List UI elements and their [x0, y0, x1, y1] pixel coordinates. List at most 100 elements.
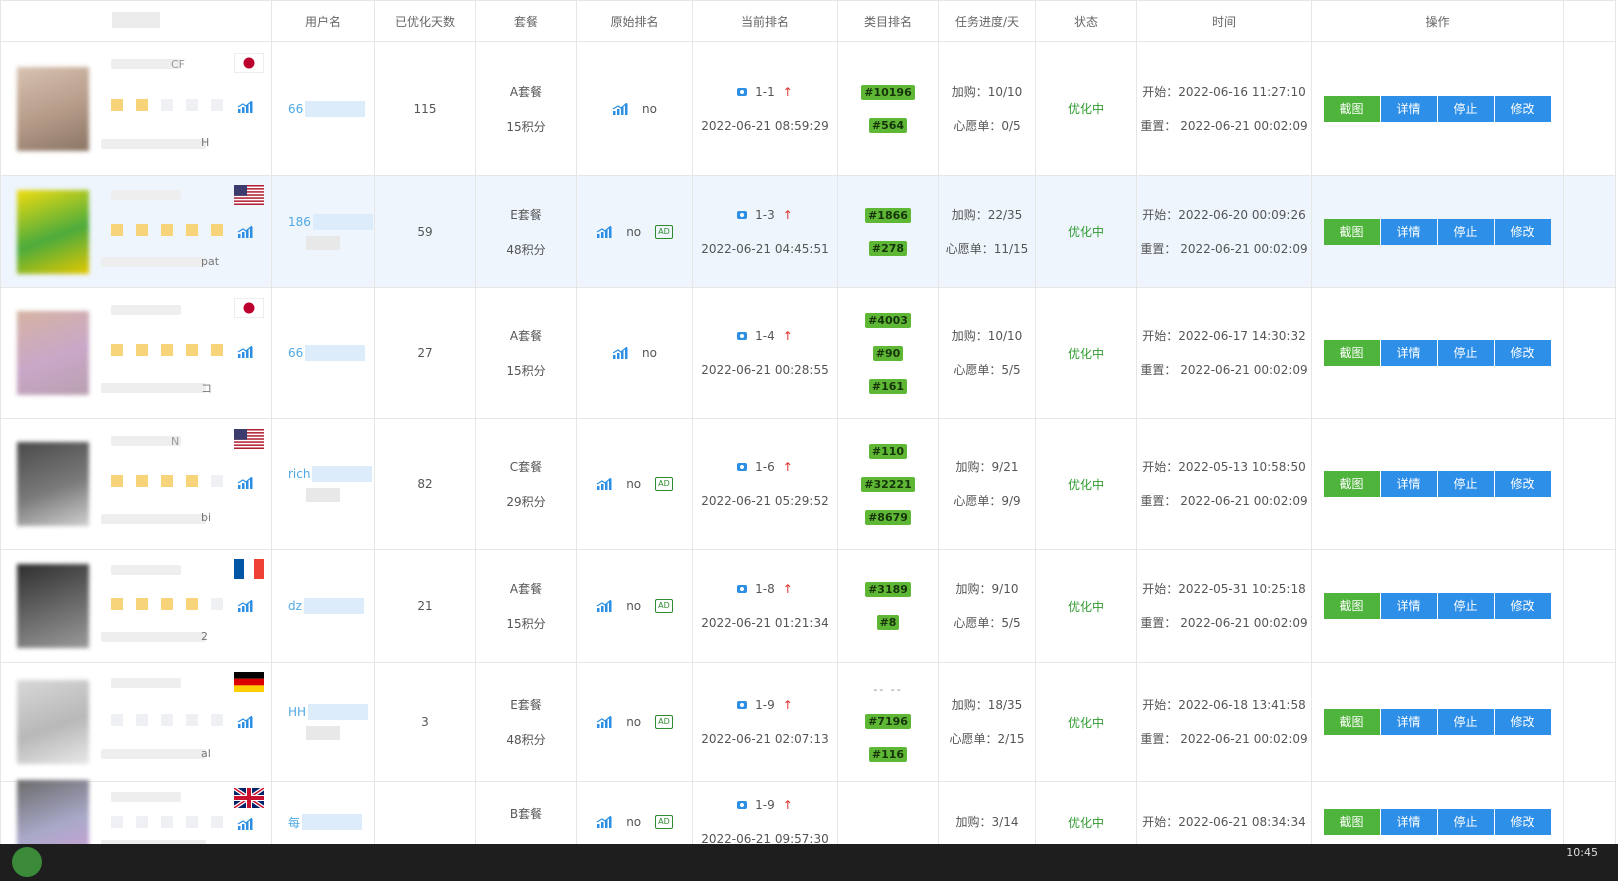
camera-icon[interactable] — [737, 87, 748, 96]
username-link[interactable]: 66 — [288, 102, 303, 116]
trend-chart-icon — [237, 715, 253, 728]
camera-icon[interactable] — [737, 463, 748, 471]
time-cell: 开始：2022-06-17 14:30:32 重置： 2022-06-21 00… — [1136, 287, 1312, 419]
stop-button[interactable]: 停止 — [1437, 471, 1494, 497]
username-link[interactable]: 每 — [288, 814, 300, 831]
screenshot-button[interactable]: 截图 — [1323, 95, 1380, 122]
category-rank-cell: #10196 #564 — [837, 41, 939, 176]
current-rank-value: 1-1 — [755, 84, 775, 99]
rating-stars — [111, 344, 223, 356]
edit-button[interactable]: 修改 — [1494, 593, 1551, 619]
screenshot-button[interactable]: 截图 — [1323, 593, 1380, 619]
table-row: 2 dz 21 A套餐 15积分 no AD 1-8 ↑ 2022-06-21 01:… — [0, 549, 1616, 663]
detail-button[interactable]: 详情 — [1380, 471, 1437, 497]
trend-chart-icon — [237, 817, 253, 830]
detail-button[interactable]: 详情 — [1380, 340, 1437, 366]
product-thumbnail[interactable] — [17, 564, 89, 648]
detail-button[interactable]: 详情 — [1380, 809, 1437, 835]
package-cell: C套餐 29积分 — [475, 418, 577, 550]
camera-icon[interactable] — [737, 801, 748, 809]
stop-button[interactable]: 停止 — [1437, 709, 1494, 735]
os-taskbar: 10:45 — [0, 844, 1618, 881]
detail-button[interactable]: 详情 — [1380, 709, 1437, 735]
category-rank-tag: #4003 — [865, 312, 911, 328]
product-subtitle-fragment: H — [201, 136, 210, 149]
edit-button[interactable]: 修改 — [1494, 95, 1551, 122]
rating-star-icon — [161, 99, 173, 111]
camera-icon[interactable] — [737, 585, 748, 593]
username-link[interactable]: HH — [288, 705, 306, 719]
trend-chart-icon — [596, 225, 612, 238]
ad-icon: AD — [655, 599, 673, 613]
edit-button[interactable]: 修改 — [1494, 218, 1551, 245]
category-rank-cell: #110 #32221 #8679 — [837, 418, 939, 550]
username-blurred — [312, 213, 373, 230]
camera-icon[interactable] — [737, 210, 748, 219]
status-cell: 优化中 — [1035, 287, 1137, 419]
arrow-up-icon: ↑ — [782, 460, 793, 474]
screenshot-button[interactable]: 截图 — [1323, 218, 1380, 245]
package-points: 15积分 — [506, 617, 546, 631]
wishlist-progress: 心愿单：5/5 — [953, 616, 1021, 630]
username-link[interactable]: dz — [288, 599, 302, 613]
original-rank-cell: no AD — [576, 418, 693, 550]
username-link[interactable]: 66 — [288, 346, 303, 360]
status-badge: 优化中 — [1067, 715, 1104, 730]
screenshot-button[interactable]: 截图 — [1323, 709, 1380, 735]
start-time: 开始：2022-05-31 10:25:18 — [1142, 582, 1306, 596]
rating-star-icon — [211, 475, 223, 487]
time-cell: 开始：2022-06-20 00:09:26 重置： 2022-06-21 00… — [1136, 175, 1312, 288]
spacer-cell — [1563, 175, 1616, 288]
table-row: al HH 3 E套餐 48积分 no AD 1-9 ↑ 2022-06-21 02:… — [0, 662, 1616, 782]
wishlist-progress: 心愿单：5/5 — [953, 363, 1021, 377]
username-blurred — [305, 100, 366, 117]
rating-star-icon — [111, 475, 123, 487]
detail-button[interactable]: 详情 — [1380, 95, 1437, 122]
stop-button[interactable]: 停止 — [1437, 809, 1494, 835]
original-rank-cell: no — [576, 287, 693, 419]
stop-button[interactable]: 停止 — [1437, 218, 1494, 245]
detail-button[interactable]: 详情 — [1380, 593, 1437, 619]
product-thumbnail[interactable] — [17, 190, 89, 274]
current-rank-time: 2022-06-21 00:28:55 — [701, 363, 829, 377]
edit-button[interactable]: 修改 — [1494, 340, 1551, 366]
product-thumbnail[interactable] — [17, 442, 89, 526]
days-cell: 27 — [374, 287, 476, 419]
stop-button[interactable]: 停止 — [1437, 95, 1494, 122]
wishlist-progress: 心愿单：11/15 — [945, 241, 1029, 256]
edit-button[interactable]: 修改 — [1494, 809, 1551, 835]
arrow-up-icon: ↑ — [782, 84, 793, 99]
edit-button[interactable]: 修改 — [1494, 471, 1551, 497]
detail-button[interactable]: 详情 — [1380, 218, 1437, 245]
screenshot-button[interactable]: 截图 — [1323, 471, 1380, 497]
trend-chart-icon — [237, 345, 253, 358]
screenshot-button[interactable]: 截图 — [1323, 809, 1380, 835]
trend-chart-icon — [596, 478, 612, 490]
wishlist-progress: 心愿单：2/15 — [949, 732, 1025, 746]
current-rank-cell: 1-1 ↑ 2022-06-21 08:59:29 — [692, 41, 838, 176]
category-rank-cell: -- -- #7196 #116 — [837, 662, 939, 782]
table-row: pat 186 59 E套餐 48积分 no AD 1-3 ↑ 2022-06-21 … — [0, 175, 1616, 288]
original-rank-value: no — [626, 224, 642, 239]
product-title-blurred — [111, 305, 181, 315]
camera-icon[interactable] — [737, 332, 748, 340]
stop-button[interactable]: 停止 — [1437, 593, 1494, 619]
product-thumbnail[interactable] — [17, 67, 89, 151]
camera-icon[interactable] — [737, 701, 748, 709]
wishlist-progress: 心愿单：9/9 — [953, 494, 1021, 508]
start-button[interactable] — [12, 847, 42, 877]
arrow-up-icon: ↑ — [782, 582, 793, 596]
edit-button[interactable]: 修改 — [1494, 709, 1551, 735]
days-cell: 21 — [374, 549, 476, 663]
rating-star-icon — [161, 714, 173, 726]
category-rank-cell: #3189 #8 — [837, 549, 939, 663]
product-subtitle-blurred — [101, 632, 206, 642]
rating-star-icon — [136, 99, 148, 111]
screenshot-button[interactable]: 截图 — [1323, 340, 1380, 366]
username-link[interactable]: rich — [288, 467, 310, 481]
stop-button[interactable]: 停止 — [1437, 340, 1494, 366]
product-thumbnail[interactable] — [17, 311, 89, 395]
product-thumbnail[interactable] — [17, 680, 89, 764]
current-rank-value: 1-4 — [755, 329, 775, 343]
username-link[interactable]: 186 — [288, 215, 311, 229]
